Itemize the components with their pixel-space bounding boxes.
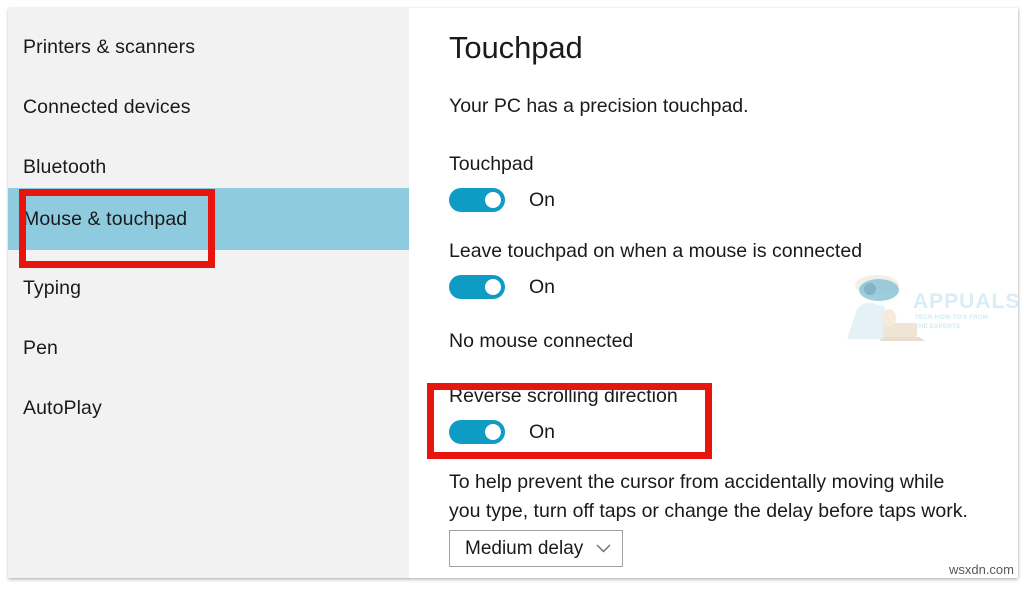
sidebar-item-label: Typing xyxy=(23,276,82,299)
appuals-watermark: APPUALS TECH HOW-TO'S FROM THE EXPERTS xyxy=(839,273,1018,341)
reverse-scrolling-toggle-state: On xyxy=(529,420,556,443)
sidebar-item-typing[interactable]: Typing xyxy=(8,257,409,319)
reverse-scrolling-toggle-row[interactable]: On xyxy=(449,420,555,444)
reverse-scrolling-toggle[interactable] xyxy=(449,420,505,444)
sidebar-item-label: Printers & scanners xyxy=(23,35,196,58)
page-title: Touchpad xyxy=(449,30,583,65)
appuals-watermark-text: APPUALS xyxy=(913,290,1018,313)
touchpad-setting-label: Touchpad xyxy=(449,153,534,175)
precision-touchpad-subtitle: Your PC has a precision touchpad. xyxy=(449,95,749,117)
leave-touchpad-on-toggle-state: On xyxy=(529,275,556,298)
mouse-connection-status: No mouse connected xyxy=(449,330,634,352)
sidebar-item-pen[interactable]: Pen xyxy=(8,317,409,379)
toggle-knob xyxy=(485,279,501,295)
sidebar-item-autoplay[interactable]: AutoPlay xyxy=(8,377,409,439)
chevron-down-icon xyxy=(596,544,611,553)
sidebar-item-label: Mouse & touchpad xyxy=(23,207,188,230)
leave-touchpad-on-toggle-row[interactable]: On xyxy=(449,275,555,299)
touchpad-toggle-row[interactable]: On xyxy=(449,188,555,212)
touchpad-toggle-state: On xyxy=(529,188,556,211)
appuals-watermark-tagline: TECH HOW-TO'S FROM THE EXPERTS xyxy=(915,314,989,330)
reverse-scrolling-label: Reverse scrolling direction xyxy=(449,385,678,407)
sidebar-item-label: AutoPlay xyxy=(23,396,102,419)
sidebar-item-printers-and-scanners[interactable]: Printers & scanners xyxy=(8,16,409,78)
sidebar-item-label: Bluetooth xyxy=(23,155,107,178)
touchpad-toggle[interactable] xyxy=(449,188,505,212)
toggle-knob xyxy=(485,424,501,440)
toggle-knob xyxy=(485,192,501,208)
sidebar-item-mouse-and-touchpad[interactable]: Mouse & touchpad xyxy=(8,188,409,250)
corner-watermark: wsxdn.com xyxy=(948,562,1014,577)
settings-sidebar: Printers & scanners Connected devices Bl… xyxy=(8,8,409,578)
settings-window: Printers & scanners Connected devices Bl… xyxy=(8,8,1018,578)
tap-delay-help-text: To help prevent the cursor from accident… xyxy=(449,471,968,522)
touchpad-settings-panel: Touchpad Your PC has a precision touchpa… xyxy=(409,8,1018,578)
sidebar-item-label: Connected devices xyxy=(23,95,191,118)
tap-delay-dropdown[interactable]: Medium delay xyxy=(449,530,623,567)
leave-touchpad-on-toggle[interactable] xyxy=(449,275,505,299)
sidebar-item-connected-devices[interactable]: Connected devices xyxy=(8,76,409,138)
leave-touchpad-on-label: Leave touchpad on when a mouse is connec… xyxy=(449,240,863,262)
screenshot-root: Printers & scanners Connected devices Bl… xyxy=(0,0,1024,592)
tap-delay-dropdown-value: Medium delay xyxy=(465,537,584,559)
sidebar-item-label: Pen xyxy=(23,336,58,359)
